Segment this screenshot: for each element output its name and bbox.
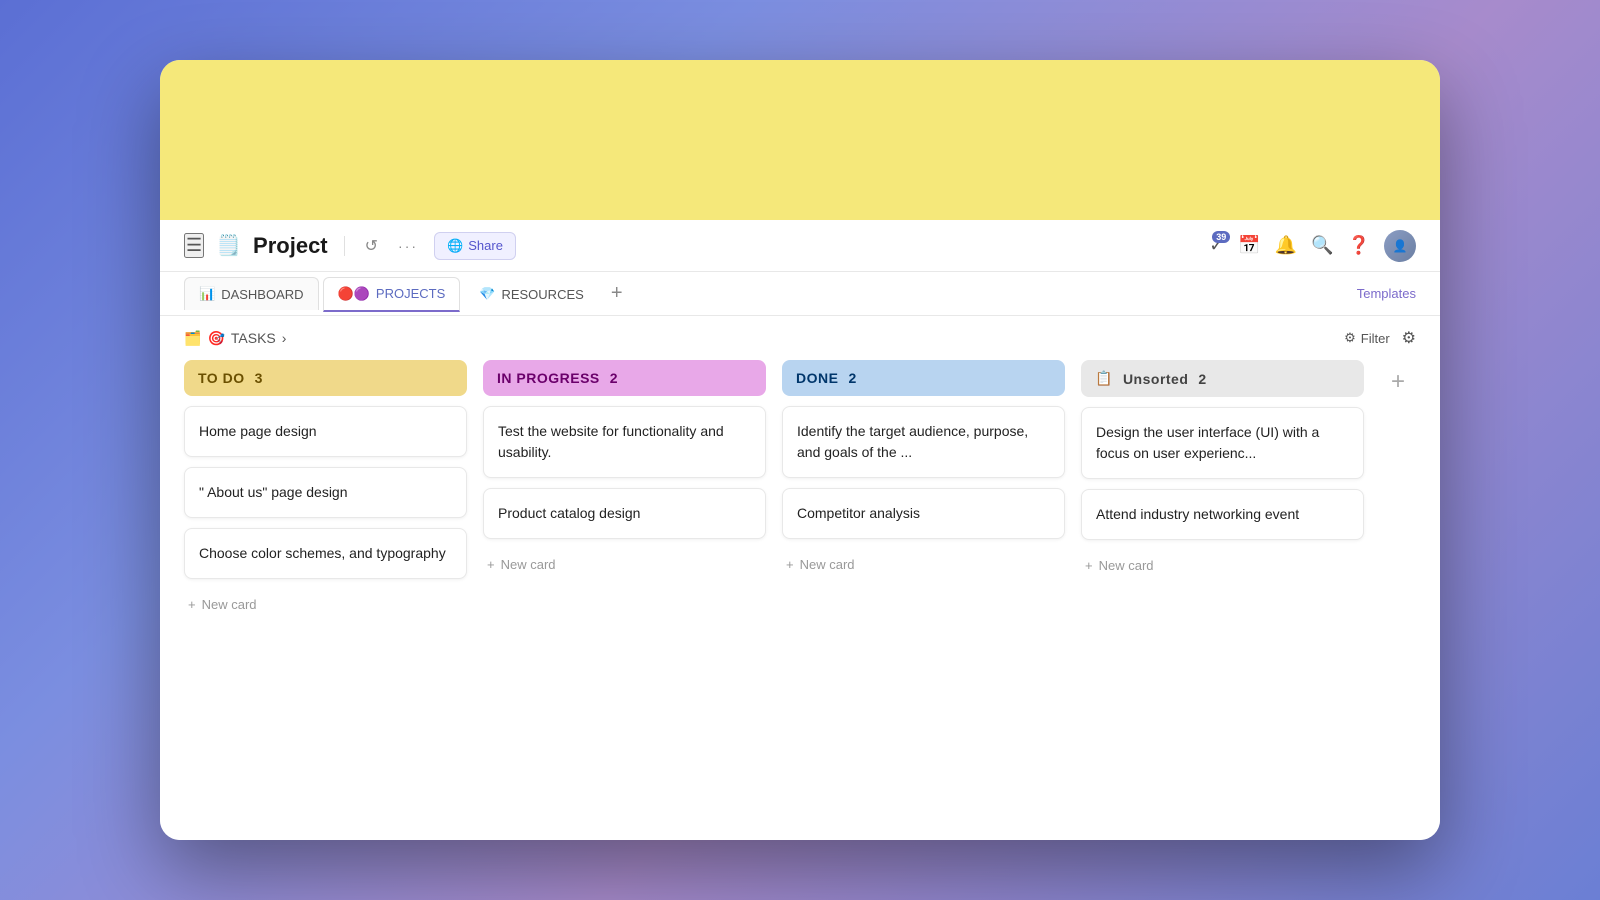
top-bar: ☰ 🗒️ Project ↺ ··· 🌐 Share ✓ 39 📅 🔔 <box>160 220 1440 272</box>
card-todo-2-text: " About us" page design <box>199 484 348 500</box>
card-done-2[interactable]: Competitor analysis <box>782 488 1065 539</box>
settings-icon: ⚙ <box>1402 330 1416 347</box>
filter-button[interactable]: ⚙ Filter <box>1344 330 1390 346</box>
more-options-button[interactable]: ··· <box>394 234 422 258</box>
dashboard-icon: 📊 <box>199 286 215 302</box>
todo-count: 3 <box>255 370 263 386</box>
page-title: Project <box>253 233 328 259</box>
done-label: DONE <box>796 370 838 386</box>
bell-icon: 🔔 <box>1275 235 1297 256</box>
menu-button[interactable]: ☰ <box>184 233 204 258</box>
help-icon: ❓ <box>1348 235 1370 256</box>
card-unsorted-1[interactable]: Design the user interface (UI) with a fo… <box>1081 407 1364 479</box>
column-todo: TO DO 3 Home page design " About us" pag… <box>184 360 467 816</box>
tasks-breadcrumb[interactable]: 🗂️ 🎯 TASKS › <box>184 330 286 347</box>
divider <box>344 236 345 256</box>
top-bar-right: ✓ 39 📅 🔔 🔍 ❓ 👤 <box>1209 230 1416 262</box>
undo-button[interactable]: ↺ <box>361 232 382 260</box>
page-icon: 🗒️ <box>216 233 241 258</box>
notifications-button[interactable]: 🔔 <box>1275 235 1297 256</box>
card-inprogress-2[interactable]: Product catalog design <box>483 488 766 539</box>
app-body: ☰ 🗒️ Project ↺ ··· 🌐 Share ✓ 39 📅 🔔 <box>160 220 1440 840</box>
settings-button[interactable]: ⚙ <box>1402 328 1416 348</box>
todo-label: TO DO <box>198 370 245 386</box>
unsorted-icon: 📋 <box>1095 370 1113 387</box>
resources-icon: 💎 <box>479 286 495 302</box>
column-header-todo: TO DO 3 <box>184 360 467 396</box>
plus-icon-done: + <box>786 557 794 572</box>
new-card-done-label: New card <box>800 557 855 572</box>
add-tab-button[interactable]: + <box>603 278 631 309</box>
card-todo-3-text: Choose color schemes, and typography <box>199 545 446 561</box>
tasks-icon2: 🎯 <box>207 330 224 347</box>
unsorted-count: 2 <box>1198 371 1206 387</box>
column-header-inprogress: IN PROGRESS 2 <box>483 360 766 396</box>
app-window: ☰ 🗒️ Project ↺ ··· 🌐 Share ✓ 39 📅 🔔 <box>160 60 1440 840</box>
done-count: 2 <box>848 370 856 386</box>
tasks-header-right: ⚙ Filter ⚙ <box>1344 328 1416 348</box>
notification-badge: 39 <box>1212 231 1230 243</box>
card-done-1-text: Identify the target audience, purpose, a… <box>797 423 1028 460</box>
avatar[interactable]: 👤 <box>1384 230 1416 262</box>
tab-resources-label: RESOURCES <box>501 287 583 302</box>
calendar-icon: 📅 <box>1238 235 1260 256</box>
card-todo-2[interactable]: " About us" page design <box>184 467 467 518</box>
add-column-button[interactable]: + <box>1380 364 1416 400</box>
calendar-button[interactable]: 📅 <box>1238 235 1260 256</box>
help-button[interactable]: ❓ <box>1348 235 1370 256</box>
column-header-done: DONE 2 <box>782 360 1065 396</box>
tab-resources[interactable]: 💎 RESOURCES <box>464 277 599 310</box>
inprogress-label: IN PROGRESS <box>497 370 600 386</box>
plus-icon-todo: + <box>188 597 196 612</box>
add-card-inprogress-button[interactable]: + New card <box>483 549 766 580</box>
add-card-unsorted-button[interactable]: + New card <box>1081 550 1364 581</box>
column-header-unsorted: 📋 Unsorted 2 <box>1081 360 1364 397</box>
checkmark-button[interactable]: ✓ 39 <box>1209 235 1224 256</box>
plus-icon-inprogress: + <box>487 557 495 572</box>
share-globe-icon: 🌐 <box>447 238 463 254</box>
card-done-1[interactable]: Identify the target audience, purpose, a… <box>782 406 1065 478</box>
add-card-done-button[interactable]: + New card <box>782 549 1065 580</box>
tab-dashboard[interactable]: 📊 DASHBOARD <box>184 277 319 310</box>
filter-label: Filter <box>1361 331 1390 346</box>
new-card-todo-label: New card <box>202 597 257 612</box>
share-button[interactable]: 🌐 Share <box>434 232 516 260</box>
card-done-2-text: Competitor analysis <box>797 505 920 521</box>
new-card-inprogress-label: New card <box>501 557 556 572</box>
inprogress-count: 2 <box>610 370 618 386</box>
tasks-chevron: › <box>282 330 287 346</box>
projects-icon: 🔴🟣 <box>338 286 370 302</box>
templates-link[interactable]: Templates <box>1357 286 1416 301</box>
card-todo-3[interactable]: Choose color schemes, and typography <box>184 528 467 579</box>
card-inprogress-1-text: Test the website for functionality and u… <box>498 423 724 460</box>
card-todo-1-text: Home page design <box>199 423 317 439</box>
plus-icon-unsorted: + <box>1085 558 1093 573</box>
card-unsorted-2-text: Attend industry networking event <box>1096 506 1299 522</box>
tasks-label: TASKS <box>231 330 276 346</box>
column-unsorted: 📋 Unsorted 2 Design the user interface (… <box>1081 360 1364 816</box>
cover-image <box>160 60 1440 220</box>
card-inprogress-2-text: Product catalog design <box>498 505 640 521</box>
column-done: DONE 2 Identify the target audience, pur… <box>782 360 1065 816</box>
new-card-unsorted-label: New card <box>1099 558 1154 573</box>
column-inprogress: IN PROGRESS 2 Test the website for funct… <box>483 360 766 816</box>
card-unsorted-2[interactable]: Attend industry networking event <box>1081 489 1364 540</box>
search-icon: 🔍 <box>1311 235 1333 256</box>
card-inprogress-1[interactable]: Test the website for functionality and u… <box>483 406 766 478</box>
tab-projects[interactable]: 🔴🟣 PROJECTS <box>323 277 461 312</box>
tasks-header: 🗂️ 🎯 TASKS › ⚙ Filter ⚙ <box>160 316 1440 360</box>
add-card-todo-button[interactable]: + New card <box>184 589 467 620</box>
card-todo-1[interactable]: Home page design <box>184 406 467 457</box>
kanban-board: TO DO 3 Home page design " About us" pag… <box>160 360 1440 840</box>
tab-dashboard-label: DASHBOARD <box>221 287 303 302</box>
tabs-bar: 📊 DASHBOARD 🔴🟣 PROJECTS 💎 RESOURCES + Te… <box>160 272 1440 316</box>
filter-icon: ⚙ <box>1344 330 1356 346</box>
search-button[interactable]: 🔍 <box>1311 235 1333 256</box>
card-unsorted-1-text: Design the user interface (UI) with a fo… <box>1096 424 1319 461</box>
share-label: Share <box>468 238 503 253</box>
tasks-icon1: 🗂️ <box>184 330 201 347</box>
unsorted-label: Unsorted <box>1123 371 1188 387</box>
tab-projects-label: PROJECTS <box>376 286 445 301</box>
